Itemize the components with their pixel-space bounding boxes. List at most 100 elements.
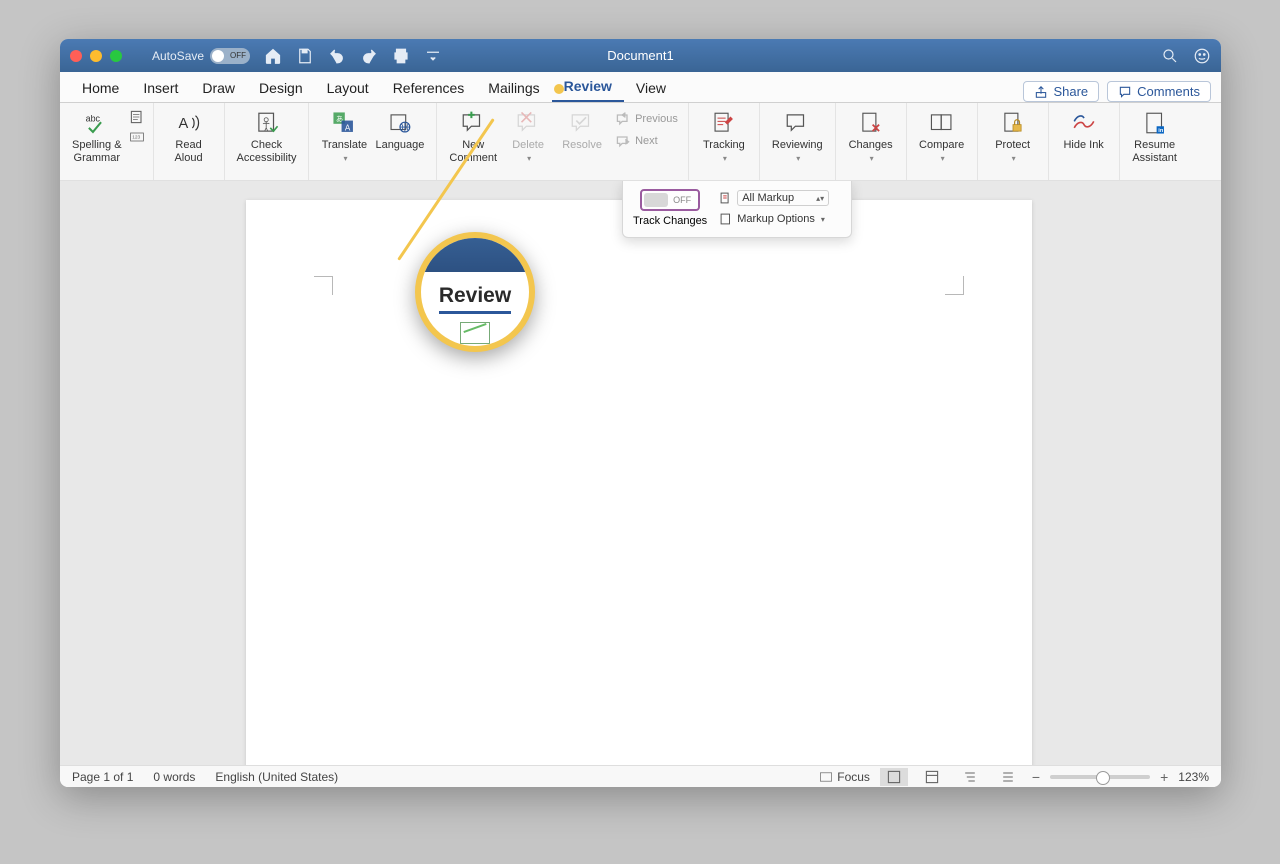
markup-display-row[interactable]: All Markup ▴▾ — [719, 190, 829, 206]
share-button[interactable]: Share — [1023, 81, 1099, 102]
minimize-window-button[interactable] — [90, 50, 102, 62]
home-icon[interactable] — [264, 47, 282, 65]
markup-display-select[interactable]: All Markup ▴▾ — [737, 190, 829, 206]
tracking-button[interactable]: Tracking▾ — [697, 109, 751, 163]
annotation-dot — [554, 84, 564, 94]
thesaurus-icon[interactable] — [129, 109, 145, 125]
previous-comment-button: Previous — [613, 109, 680, 129]
proofing-extra: 123 — [129, 109, 145, 145]
autosave-toggle[interactable]: OFF — [210, 48, 250, 64]
review-ribbon: abc Spelling & Grammar 123 A Read Aloud … — [60, 103, 1221, 181]
title-bar: AutoSave OFF Document1 — [60, 39, 1221, 72]
tab-references[interactable]: References — [381, 74, 477, 102]
reviewing-button[interactable]: Reviewing▾ — [768, 109, 827, 163]
account-icon[interactable] — [1193, 47, 1211, 65]
svg-text:in: in — [1158, 128, 1164, 134]
spelling-grammar-button[interactable]: abc Spelling & Grammar — [68, 109, 126, 164]
resume-assistant-button[interactable]: in Resume Assistant — [1128, 109, 1182, 164]
undo-icon[interactable] — [328, 47, 346, 65]
resolve-comment-button: Resolve — [555, 109, 609, 152]
maximize-window-button[interactable] — [110, 50, 122, 62]
document-title: Document1 — [607, 48, 673, 63]
svg-text:123: 123 — [132, 135, 140, 141]
close-window-button[interactable] — [70, 50, 82, 62]
status-bar: Page 1 of 1 0 words English (United Stat… — [60, 765, 1221, 787]
print-layout-view[interactable] — [880, 768, 908, 786]
traffic-lights — [70, 50, 122, 62]
svg-text:abc: abc — [85, 113, 100, 123]
compare-button[interactable]: Compare▾ — [915, 109, 969, 163]
translate-button[interactable]: あA Translate▾ — [317, 109, 371, 163]
next-comment-button: Next — [613, 131, 660, 151]
markup-options-row[interactable]: Markup Options ▾ — [719, 212, 829, 226]
draft-view[interactable] — [994, 768, 1022, 786]
print-icon[interactable] — [392, 47, 410, 65]
title-bar-right — [1161, 47, 1211, 65]
annotation-magnifier: Review — [415, 232, 535, 352]
accessibility-icon — [254, 110, 280, 136]
changes-button[interactable]: Changes▾ — [844, 109, 898, 163]
document-area[interactable]: OFF Track Changes All Markup ▴▾ Markup O… — [60, 181, 1221, 765]
ribbon-tabs: Home Insert Draw Design Layout Reference… — [60, 72, 1221, 103]
spelling-icon: abc — [84, 110, 110, 136]
quick-access-toolbar — [264, 47, 442, 65]
markup-display-icon — [719, 191, 733, 205]
zoom-in-button[interactable]: + — [1160, 769, 1168, 785]
status-language[interactable]: English (United States) — [215, 770, 338, 784]
markup-options-icon — [719, 212, 733, 226]
read-aloud-icon: A — [176, 110, 202, 136]
reviewing-icon — [784, 110, 810, 136]
comments-button[interactable]: Comments — [1107, 81, 1211, 102]
translate-icon: あA — [331, 110, 357, 136]
web-layout-view[interactable] — [918, 768, 946, 786]
delete-comment-icon — [515, 110, 541, 136]
hide-ink-button[interactable]: Hide Ink — [1057, 109, 1111, 152]
language-button[interactable]: Language — [371, 109, 428, 152]
resume-icon: in — [1142, 110, 1168, 136]
resolve-comment-icon — [569, 110, 595, 136]
annotation-label: Review — [439, 284, 511, 314]
document-page[interactable] — [246, 200, 1032, 765]
tab-draw[interactable]: Draw — [190, 74, 247, 102]
search-icon[interactable] — [1161, 47, 1179, 65]
share-icon — [1034, 85, 1048, 99]
word-count-icon[interactable]: 123 — [129, 129, 145, 145]
hide-ink-icon — [1071, 110, 1097, 136]
tab-mailings[interactable]: Mailings — [476, 74, 551, 102]
tab-view[interactable]: View — [624, 74, 678, 102]
tab-design[interactable]: Design — [247, 74, 315, 102]
status-page[interactable]: Page 1 of 1 — [72, 770, 133, 784]
status-words[interactable]: 0 words — [153, 770, 195, 784]
track-changes-toggle[interactable]: OFF — [640, 189, 700, 211]
next-icon — [615, 133, 631, 149]
svg-text:A: A — [345, 123, 351, 132]
focus-mode-button[interactable]: Focus — [819, 770, 870, 784]
zoom-out-button[interactable]: − — [1032, 769, 1040, 785]
tab-layout[interactable]: Layout — [315, 74, 381, 102]
tracking-dropdown: OFF Track Changes All Markup ▴▾ Markup O… — [622, 181, 852, 238]
compare-icon — [929, 110, 955, 136]
check-accessibility-button[interactable]: Check Accessibility — [233, 109, 301, 164]
read-aloud-button[interactable]: A Read Aloud — [162, 109, 216, 164]
autosave-control[interactable]: AutoSave OFF — [152, 48, 250, 64]
protect-button[interactable]: Protect▾ — [986, 109, 1040, 163]
protect-icon — [1000, 110, 1026, 136]
svg-text:A: A — [178, 116, 188, 132]
word-window: AutoSave OFF Document1 Home Insert Draw … — [60, 39, 1221, 787]
tab-home[interactable]: Home — [70, 74, 131, 102]
track-changes-label: Track Changes — [633, 215, 707, 227]
autosave-label: AutoSave — [152, 49, 204, 63]
changes-icon — [858, 110, 884, 136]
previous-icon — [615, 111, 631, 127]
delete-comment-button: Delete▾ — [501, 109, 555, 163]
tab-insert[interactable]: Insert — [131, 74, 190, 102]
zoom-level[interactable]: 123% — [1178, 770, 1209, 784]
save-icon[interactable] — [296, 47, 314, 65]
customize-qat-icon[interactable] — [424, 47, 442, 65]
tracking-icon — [711, 110, 737, 136]
redo-icon[interactable] — [360, 47, 378, 65]
new-comment-button[interactable]: New Comment — [445, 109, 501, 164]
outline-view[interactable] — [956, 768, 984, 786]
comment-nav: Previous Next — [613, 109, 680, 151]
zoom-slider[interactable] — [1050, 775, 1150, 779]
